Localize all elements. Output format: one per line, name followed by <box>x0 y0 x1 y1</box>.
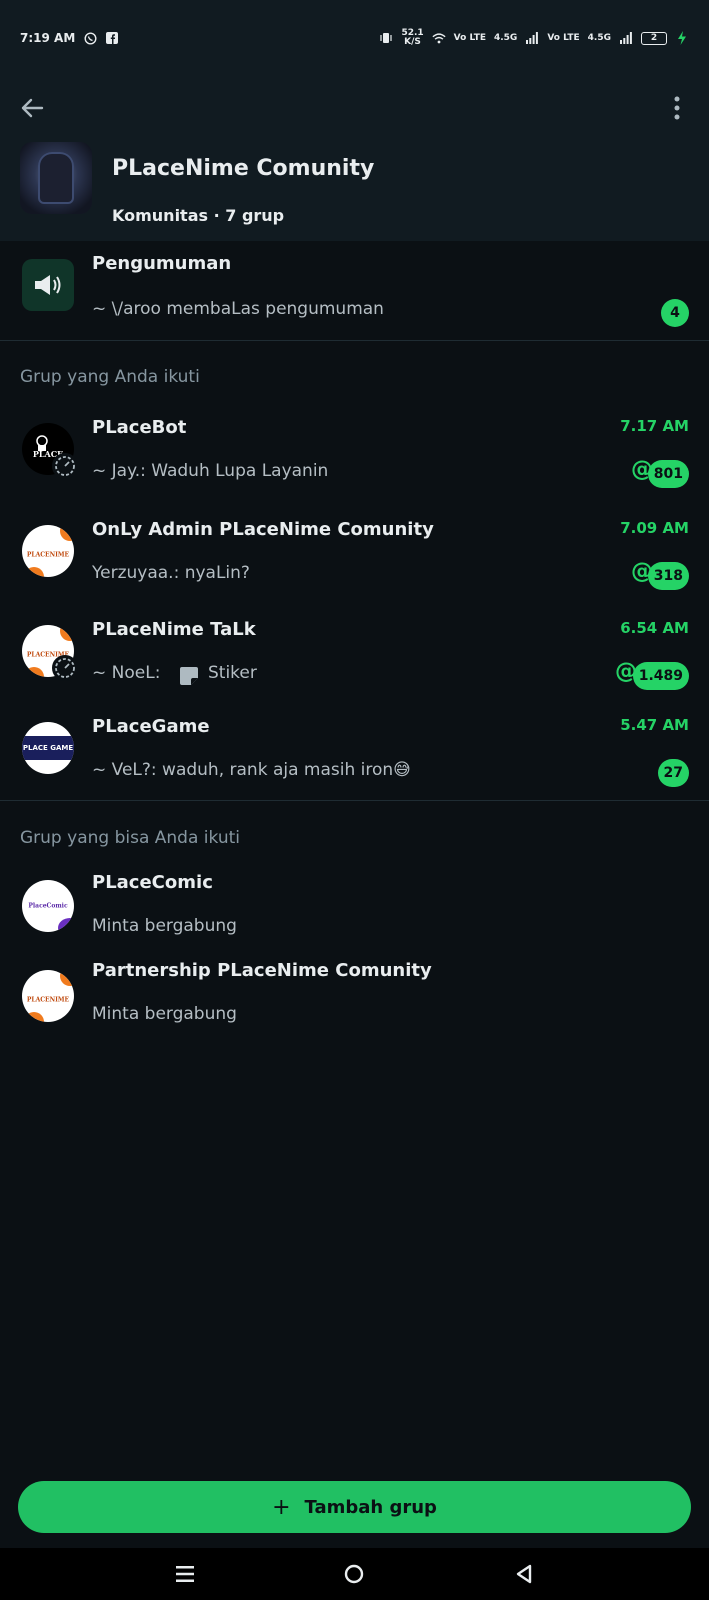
available-section-label: Grup yang bisa Anda ikuti <box>20 828 240 848</box>
unread-badge: 27 <box>657 759 689 787</box>
avatar: PlaceComic <box>22 880 74 932</box>
avatar-shape <box>58 918 74 932</box>
group-row-placenime-talk[interactable]: PLACENIME PLaceNime TaLk 6.54 AM ~ NoeL:… <box>0 605 709 705</box>
announcement-preview: ~ \/aroo membaLas pengumuman <box>92 299 384 319</box>
status-time: 7:19 AM <box>20 31 76 45</box>
speed-unit: K/S <box>404 37 421 47</box>
last-message-text: ~ VeL?: waduh, rank aja masih iron <box>92 760 394 780</box>
avatar-shape <box>24 1012 44 1022</box>
joined-section-label: Grup yang Anda ikuti <box>20 367 200 387</box>
timer-icon <box>55 658 75 678</box>
recent-apps-button[interactable] <box>165 1554 205 1594</box>
home-circle-icon <box>345 1564 364 1584</box>
battery-icon: 2 <box>641 31 667 45</box>
group-name: PLaceNime TaLk <box>92 619 256 640</box>
arrow-left-icon <box>21 98 44 118</box>
network-speed: 52.1 K/S <box>401 29 423 47</box>
last-message-time: 7.09 AM <box>620 519 689 537</box>
vibrate-icon <box>379 31 393 45</box>
facebook-icon <box>105 31 119 45</box>
plus-icon: + <box>272 1494 291 1520</box>
signal-icon <box>619 31 633 45</box>
group-row-placecomic[interactable]: PlaceComic PLaceComic Minta bergabung <box>0 860 709 960</box>
more-options-button[interactable] <box>661 92 693 124</box>
avatar-label: PlaceComic <box>28 902 68 910</box>
avatar-shape <box>60 970 74 986</box>
group-name: PLaceComic <box>92 872 213 893</box>
sim2-volte: Vo LTE <box>547 32 580 43</box>
group-name: PLaceBot <box>92 417 187 438</box>
megaphone-icon <box>22 259 74 311</box>
group-name: Partnership PLaceNime Comunity <box>92 960 432 981</box>
sticker-icon <box>178 665 200 691</box>
community-header: PLaceNime Comunity Komunitas · 7 grup <box>0 76 709 241</box>
system-navigation-bar <box>0 1548 709 1600</box>
status-bar: 7:19 AM 52.1 K/S Vo LTE 4.5G Vo LTE 4.5G … <box>0 0 709 76</box>
status-right: 52.1 K/S Vo LTE 4.5G Vo LTE 4.5G 2 <box>379 29 689 47</box>
unread-badge: 318 <box>647 562 689 590</box>
announcement-title: Pengumuman <box>92 253 232 274</box>
avatar: PLACENIME <box>22 525 74 577</box>
back-button[interactable] <box>16 92 48 124</box>
avatar-label: PLACENIME <box>26 996 70 1004</box>
charging-icon <box>675 31 689 45</box>
group-row-partnership[interactable]: PLACENIME Partnership PLaceNime Comunity… <box>0 950 709 1050</box>
group-name: PLaceGame <box>92 716 210 737</box>
last-message-time: 5.47 AM <box>620 716 689 734</box>
avatar: PLACE GAME <box>22 722 74 774</box>
status-left: 7:19 AM <box>20 31 119 45</box>
community-meta[interactable]: Komunitas · 7 grup <box>112 206 284 225</box>
join-request-status: Minta bergabung <box>92 1004 237 1024</box>
divider <box>0 340 709 341</box>
group-name: OnLy Admin PLaceNime Comunity <box>92 519 434 540</box>
wifi-icon <box>432 31 446 45</box>
unread-badge: 801 <box>647 460 689 488</box>
sim1-type: 4.5G <box>493 32 518 43</box>
sim2-type: 4.5G <box>587 32 611 43</box>
sub-group-badge <box>52 453 78 479</box>
last-message-time: 7.17 AM <box>620 417 689 435</box>
whatsapp-icon <box>83 31 97 45</box>
menu-icon <box>175 1566 194 1582</box>
unread-badge: 1.489 <box>632 662 689 690</box>
avatar-shape <box>60 525 74 541</box>
group-row-placegame[interactable]: PLACE GAME PLaceGame 5.47 AM ~ VeL?: wad… <box>0 702 709 802</box>
avatar-shape <box>60 625 74 641</box>
announcement-row[interactable]: Pengumuman ~ \/aroo membaLas pengumuman … <box>0 241 709 339</box>
join-request-status: Minta bergabung <box>92 916 237 936</box>
last-message-preview: Stiker <box>208 663 257 683</box>
group-row-placebot[interactable]: PLACE PLaceBot 7.17 AM ~ Jay.: Waduh Lup… <box>0 403 709 503</box>
community-title: PLaceNime Comunity <box>112 156 375 181</box>
timer-icon <box>55 456 75 476</box>
last-message-prefix: ~ NoeL: <box>92 663 161 683</box>
last-message-preview: ~ Jay.: Waduh Lupa Layanin <box>92 461 329 481</box>
avatar-shape <box>24 567 44 577</box>
community-avatar[interactable] <box>20 142 92 214</box>
last-message-preview: ~ VeL?: waduh, rank aja masih iron😅 <box>92 760 411 780</box>
back-triangle-icon <box>516 1564 532 1584</box>
avatar-label: PLACENIME <box>26 551 70 559</box>
signal-icon <box>525 31 539 45</box>
home-button[interactable] <box>334 1554 374 1594</box>
sub-group-badge <box>52 655 78 681</box>
more-vertical-icon <box>674 96 680 120</box>
sim1-volte: Vo LTE <box>453 32 486 43</box>
back-nav-button[interactable] <box>504 1554 544 1594</box>
last-message-time: 6.54 AM <box>620 619 689 637</box>
group-row-only-admin[interactable]: PLACENIME OnLy Admin PLaceNime Comunity … <box>0 505 709 605</box>
avatar-label: PLACE GAME <box>22 744 74 752</box>
add-group-button[interactable]: + Tambah grup <box>18 1481 691 1533</box>
add-group-label: Tambah grup <box>304 1496 437 1518</box>
divider <box>0 800 709 801</box>
avatar: PLACENIME <box>22 970 74 1022</box>
last-message-preview: Yerzuyaa.: nyaLin? <box>92 563 250 583</box>
battery-level: 2 <box>650 32 658 43</box>
avatar-shape <box>24 667 44 677</box>
unread-badge: 4 <box>661 299 689 327</box>
emoji: 😅 <box>393 760 411 780</box>
